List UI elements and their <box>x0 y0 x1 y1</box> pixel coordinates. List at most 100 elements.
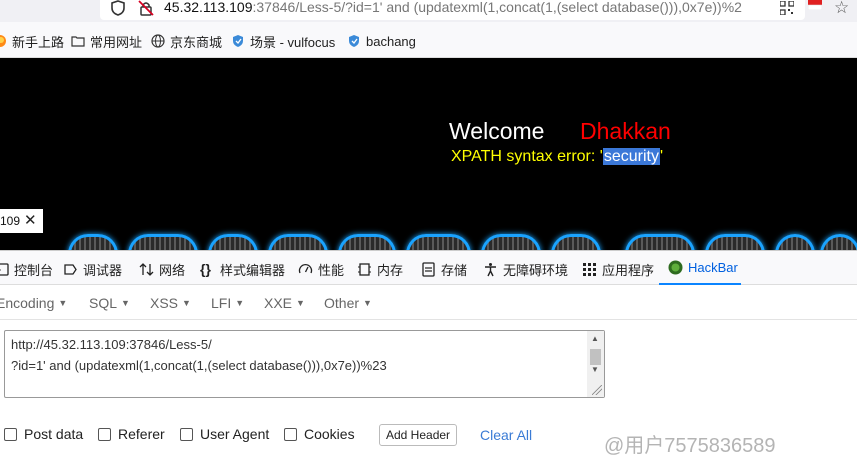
url-line-2: ?id=1' and (updatexml(1,concat(1,(select… <box>11 358 387 373</box>
checkbox-box[interactable] <box>284 427 297 441</box>
storage-icon <box>422 262 435 277</box>
tab-label: HackBar <box>688 260 738 275</box>
bookmarks-toolbar: 新手上路 常用网址 京东商城 场景 - vulfocus bachang <box>0 22 857 58</box>
user-name: Dhakkan <box>580 118 671 144</box>
selected-database-name: security <box>602 148 660 165</box>
banner-glyph <box>268 234 328 250</box>
caret-down-icon: ▼ <box>235 298 245 308</box>
referer-checkbox[interactable]: Referer <box>98 426 165 442</box>
tab-label: 网络 <box>159 263 186 278</box>
tab-label: 应用程序 <box>602 263 655 278</box>
welcome-text: Welcome <box>449 118 545 144</box>
active-tab-indicator <box>659 283 741 285</box>
tab-accessibility[interactable]: 无障碍环境 <box>483 260 568 279</box>
folder-icon <box>71 36 85 47</box>
menu-sql[interactable]: SQL ▼ <box>89 295 130 311</box>
memory-icon <box>358 263 371 276</box>
bookmark-label: 场景 - vulfocus <box>250 34 336 50</box>
tab-console[interactable]: 控制台 <box>0 260 53 279</box>
menu-label: LFI <box>211 295 232 311</box>
tab-label: 性能 <box>318 263 345 278</box>
caret-down-icon: ▼ <box>363 298 372 308</box>
user-agent-checkbox[interactable]: User Agent <box>180 426 269 442</box>
error-prefix: XPATH syntax error: ' <box>451 148 603 165</box>
firefox-icon <box>0 35 6 47</box>
flag-icon[interactable] <box>808 0 822 10</box>
style-editor-icon: {} <box>200 261 211 277</box>
bookmark-item[interactable]: bachang <box>347 33 416 49</box>
bookmark-label: bachang <box>366 33 416 49</box>
bookmark-item[interactable]: 京东商城 <box>151 33 222 50</box>
tab-chip[interactable]: 109 ✕ <box>0 209 43 233</box>
menu-xss[interactable]: XSS ▼ <box>150 295 191 311</box>
banner-image <box>0 234 857 250</box>
banner-glyph <box>625 234 695 250</box>
tab-chip-label: 109 <box>0 214 21 228</box>
menu-label: XSS <box>150 295 179 311</box>
menu-encoding[interactable]: Encoding ▼ <box>0 295 67 311</box>
qr-code-icon[interactable] <box>780 1 794 15</box>
menu-other[interactable]: Other ▼ <box>324 295 372 311</box>
tab-label: 无障碍环境 <box>503 263 569 278</box>
bookmark-item[interactable]: 常用网址 <box>71 33 143 50</box>
tab-label: 样式编辑器 <box>220 263 286 278</box>
checkbox-box[interactable] <box>98 427 111 441</box>
checkbox-label: Post data <box>24 426 84 442</box>
watermark: @用户7575836589 <box>604 435 776 457</box>
scroll-down-icon[interactable]: ▼ <box>591 365 599 374</box>
add-header-button[interactable]: Add Header <box>379 424 458 446</box>
cookies-checkbox[interactable]: Cookies <box>284 426 355 442</box>
console-icon <box>0 263 9 276</box>
tab-label: 内存 <box>377 263 404 278</box>
banner-glyph <box>128 234 198 250</box>
hackbar-menu: Encoding ▼ SQL ▼ XSS ▼ LFI ▼ XXE ▼ Other ▼ <box>0 286 857 320</box>
menu-xxe[interactable]: XXE ▼ <box>264 295 305 311</box>
tab-label: 调试器 <box>83 263 123 278</box>
insecure-lock-icon[interactable] <box>138 0 154 16</box>
menu-label: XXE <box>264 295 293 311</box>
tracking-shield-icon[interactable] <box>110 0 126 16</box>
tab-performance[interactable]: 性能 <box>298 260 344 279</box>
tab-debugger[interactable]: 调试器 <box>63 260 122 279</box>
tab-storage[interactable]: 存储 <box>421 260 467 279</box>
url-path: :37846/Less-5/?id=1' and (updatexml(1,co… <box>252 0 742 15</box>
banner-glyph <box>775 234 815 250</box>
close-icon[interactable]: ✕ <box>24 211 37 229</box>
checkbox-box[interactable] <box>4 427 17 441</box>
checkbox-label: Cookies <box>304 426 355 442</box>
clear-all-link[interactable]: Clear All <box>480 427 532 443</box>
accessibility-icon <box>485 263 496 277</box>
bookmark-label: 新手上路 <box>12 34 65 50</box>
tab-label: 控制台 <box>14 263 54 278</box>
banner-glyph <box>820 234 857 250</box>
scroll-up-icon[interactable]: ▲ <box>591 334 599 343</box>
bookmark-item[interactable]: 新手上路 <box>0 33 65 50</box>
bookmark-item[interactable]: 场景 - vulfocus <box>231 33 336 50</box>
banner-glyph <box>68 234 118 250</box>
bookmark-label: 常用网址 <box>90 34 143 50</box>
resize-grip-icon[interactable] <box>592 385 602 395</box>
bookmark-star-icon[interactable]: ☆ <box>834 0 849 18</box>
menu-label: SQL <box>89 295 118 311</box>
checkbox-box[interactable] <box>180 427 193 441</box>
tab-network[interactable]: 网络 <box>139 260 185 279</box>
tab-application[interactable]: 应用程序 <box>582 260 654 279</box>
shield-icon <box>349 35 359 47</box>
banner-glyph <box>551 234 601 250</box>
tab-memory[interactable]: 内存 <box>357 260 403 279</box>
performance-icon <box>298 263 313 274</box>
banner-glyph <box>406 234 471 250</box>
menu-label: Encoding <box>0 295 55 311</box>
scrollbar-thumb[interactable] <box>590 349 601 365</box>
url-bar: 45.32.113.109:37846/Less-5/?id=1' and (u… <box>0 0 857 22</box>
tab-hackbar[interactable]: HackBar <box>668 260 738 275</box>
caret-down-icon: ▼ <box>121 298 130 308</box>
menu-lfi[interactable]: LFI ▼ <box>211 295 244 311</box>
banner-glyph <box>338 234 396 250</box>
hackbar-url-textarea[interactable]: http://45.32.113.109:37846/Less-5/ ?id=1… <box>4 330 605 398</box>
url-text[interactable]: 45.32.113.109:37846/Less-5/?id=1' and (u… <box>164 0 774 15</box>
menu-label: Other <box>324 295 360 311</box>
post-data-checkbox[interactable]: Post data <box>4 426 83 442</box>
tab-style-editor[interactable]: {} 样式编辑器 <box>200 260 285 279</box>
devtools-toolbar: 控制台 调试器 网络 {} 样式编辑器 性能 内存 存储 无障碍环境 应用程序 … <box>0 250 857 285</box>
